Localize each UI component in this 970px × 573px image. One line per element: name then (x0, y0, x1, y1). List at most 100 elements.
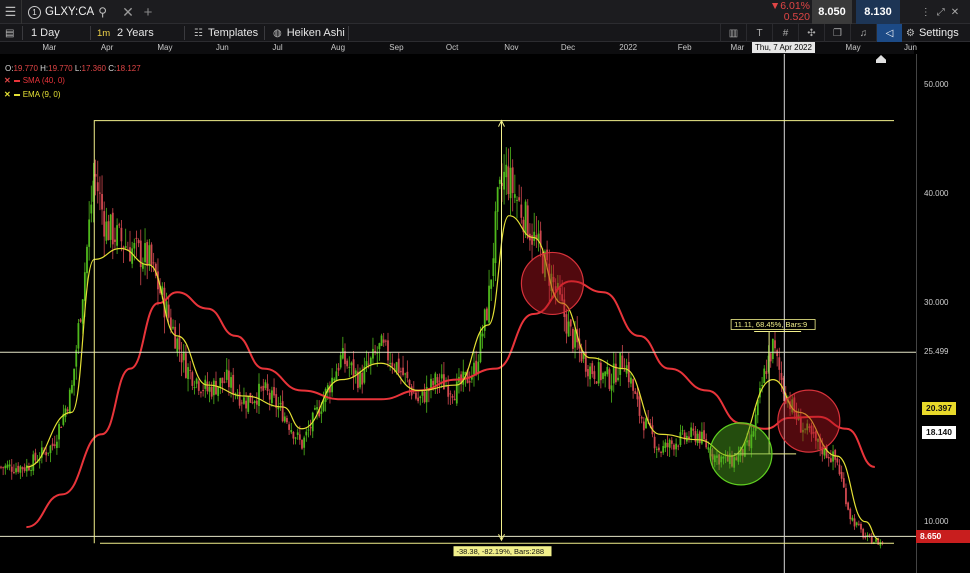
candle-body (333, 378, 336, 381)
grid-icon[interactable]: # (772, 24, 798, 42)
candle-body (587, 369, 589, 377)
red-highlight-circle (520, 251, 585, 316)
open-value: 19.770 (13, 64, 38, 73)
candle-body (200, 392, 202, 394)
candle-body (640, 416, 643, 419)
candle-body (195, 378, 198, 384)
ruler-icon[interactable]: ▥ (720, 24, 746, 42)
candle-body (524, 201, 527, 235)
expand-icon[interactable]: ⤢ (937, 7, 945, 18)
ask-price-button[interactable]: 8.130 (856, 0, 900, 24)
close-value: 18.127 (116, 64, 141, 73)
remove-indicator-icon[interactable]: ✕ (4, 76, 11, 85)
range-dropdown[interactable]: 2 Years (117, 24, 154, 42)
candle-body (875, 539, 877, 542)
candle-body (707, 447, 710, 450)
pointer-icon[interactable]: ◁ (876, 24, 902, 42)
month-tick-label: May (845, 43, 861, 52)
bid-price-button[interactable]: 8.050 (812, 0, 852, 24)
candle-body (208, 386, 211, 392)
candle-body (212, 380, 215, 396)
candle-body (675, 443, 677, 450)
measure-label-text: -38.38, -82.19%, Bars:288 (457, 547, 545, 556)
range-short-button[interactable]: 1m (97, 24, 110, 42)
month-tick-label: Mar (730, 43, 745, 52)
close-tab-icon[interactable]: ✕ (118, 0, 138, 24)
month-tick-label: May (157, 43, 173, 52)
symbol-tab[interactable]: 1 GLXY:CA ⚲ (24, 0, 116, 24)
price-tick-label: 40.000 (924, 188, 949, 198)
candle-body (273, 387, 275, 396)
candle-body (303, 437, 306, 448)
candle-body (690, 427, 693, 437)
high-label: H: (40, 64, 49, 73)
candle-body (86, 246, 88, 274)
candle-body (494, 211, 497, 264)
candle-body (217, 386, 220, 396)
candle-body (49, 445, 52, 454)
legend-ema[interactable]: ✕ EMA (9, 0) (4, 90, 61, 99)
candle-body (855, 522, 858, 526)
candle-body (492, 258, 495, 277)
settings-button[interactable]: ⚙ Settings (906, 24, 959, 42)
candle-body (604, 371, 607, 377)
candle-body (406, 371, 409, 378)
alert-icon[interactable]: ♫ (850, 24, 876, 42)
candle-body (185, 353, 187, 378)
templates-button[interactable]: ☷ Templates (194, 24, 258, 42)
hamburger-menu-icon[interactable]: ☰ (0, 0, 22, 24)
price-axis[interactable] (916, 54, 970, 573)
candle-body (526, 205, 529, 239)
close-window-icon[interactable]: ✕ (951, 7, 959, 18)
candle-body (662, 446, 665, 453)
candle-body (692, 428, 695, 431)
candle-body (679, 432, 682, 446)
remove-indicator-icon[interactable]: ✕ (4, 90, 11, 99)
price-chart[interactable]: -38.38, -82.19%, Bars:288 11.11, 68.45%, … (0, 54, 916, 573)
candle-body (402, 367, 404, 376)
candle-body (335, 371, 338, 381)
candle-body (705, 439, 708, 448)
add-tab-icon[interactable]: + (140, 0, 156, 24)
candle-body (348, 366, 351, 368)
candle-body (350, 362, 353, 366)
month-tick-label: Sep (389, 43, 404, 52)
top-bar: ☰ 1 GLXY:CA ⚲ ✕ + ▼6.01% 0.520 8.050 8.1… (0, 0, 970, 24)
candle-body (144, 243, 146, 263)
candle-body (15, 468, 17, 473)
red-highlight-circle (777, 389, 841, 453)
candle-body (124, 246, 127, 248)
chart-slot-icon: 1 (28, 5, 41, 19)
divider (184, 26, 185, 40)
candle-body (30, 469, 32, 471)
layers-icon[interactable]: ❐ (824, 24, 850, 42)
panel-toggle-icon[interactable]: ▤ (5, 24, 14, 42)
candle-body (778, 357, 781, 370)
chart-list-icon[interactable]: ⋮ (921, 7, 931, 18)
candle-body (851, 517, 854, 521)
interval-dropdown[interactable]: 1 Day (31, 24, 60, 42)
candle-body (17, 465, 20, 472)
candle-body (574, 329, 576, 348)
candle-body (172, 326, 174, 329)
chart-type-button[interactable]: ◍ Heiken Ashi (273, 24, 345, 42)
candle-body (621, 355, 624, 369)
crosshair-date-label: Thu, 7 Apr 2022 (752, 42, 815, 53)
text-tool-icon[interactable]: T (746, 24, 772, 42)
candle-body (653, 436, 656, 449)
legend-sma[interactable]: ✕ SMA (40, 0) (4, 76, 65, 85)
search-icon[interactable]: ⚲ (98, 5, 107, 19)
candle-body (249, 392, 252, 403)
candle-body (51, 443, 54, 447)
candle-body (45, 452, 48, 456)
candle-body (774, 340, 776, 349)
candle-body (516, 199, 518, 201)
candle-body (496, 187, 499, 212)
candle-body (228, 370, 230, 388)
candle-body (341, 348, 344, 359)
candle-body (111, 212, 114, 245)
candle-body (83, 272, 86, 301)
crosshair-icon[interactable]: ✣ (798, 24, 824, 42)
candle-body (434, 373, 437, 385)
candle-body (337, 367, 340, 371)
